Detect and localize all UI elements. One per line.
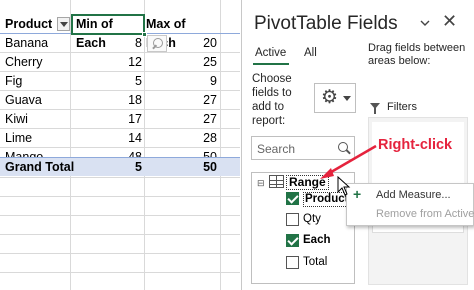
field-label: Each [303, 234, 331, 246]
dropdown-arrow-icon [343, 96, 351, 101]
cell-max[interactable]: 27 [145, 91, 217, 110]
cell-product[interactable]: Cherry [5, 53, 43, 72]
checkbox[interactable] [286, 234, 299, 247]
cell-min[interactable]: 12 [72, 53, 142, 72]
filters-icon [370, 103, 380, 114]
cell-product[interactable]: Fig [5, 72, 22, 91]
cell-product[interactable]: Kiwi [5, 110, 28, 129]
filter-dropdown-icon[interactable] [57, 17, 70, 31]
row-divider [0, 215, 240, 216]
tools-button[interactable]: ⚙ [314, 83, 356, 113]
search-input[interactable]: Search [251, 136, 355, 160]
gear-icon: ⚙ [321, 87, 339, 108]
chevron-down-icon[interactable] [420, 18, 430, 28]
drag-fields-label: Drag fields between areas below: [368, 42, 466, 67]
search-icon [338, 142, 348, 152]
cell-min[interactable]: 8 [72, 34, 142, 53]
choose-fields-label: Choose fields to add to report: [252, 73, 292, 127]
table-row: Banana 8 20 [0, 34, 240, 53]
cell-min[interactable]: 14 [72, 129, 142, 148]
menu-item-label: Add Measure... [376, 189, 451, 201]
cell-product[interactable]: Lime [5, 129, 32, 148]
collapse-icon[interactable]: ⊟ [257, 178, 265, 189]
menu-item-remove-from-active[interactable]: Remove from Active [347, 207, 474, 224]
table-row: Cherry 12 25 [0, 53, 240, 72]
grand-total-max[interactable]: 50 [145, 158, 217, 177]
panel-title: PivotTable Fields [254, 13, 398, 34]
cell-min[interactable]: 5 [72, 72, 142, 91]
row-divider [0, 196, 240, 197]
checkbox[interactable] [286, 213, 299, 226]
row-divider [0, 272, 240, 273]
checkbox[interactable] [286, 256, 299, 269]
close-icon[interactable]: ✕ [442, 11, 457, 32]
header-product[interactable]: Product [5, 15, 52, 34]
spreadsheet: Product Min of Each Max of Each Banana 8… [0, 0, 240, 290]
table-row: Lime 14 28 [0, 129, 240, 148]
cursor-icon [337, 176, 351, 196]
cell-min[interactable]: 18 [72, 91, 142, 110]
grand-total-row: Grand Total 5 50 [0, 157, 240, 176]
table-icon [269, 175, 284, 188]
range-table-label[interactable]: Range [286, 175, 329, 190]
search-placeholder: Search [257, 142, 296, 156]
selected-cell-border [71, 14, 145, 35]
context-menu: + Add Measure... Remove from Active [346, 183, 474, 226]
cell-min[interactable]: 17 [72, 110, 142, 129]
cell-max[interactable]: 28 [145, 129, 217, 148]
field-label: Total [303, 256, 328, 268]
tab-active[interactable]: Active [255, 47, 286, 59]
cell-product[interactable]: Guava [5, 91, 42, 110]
cell-product[interactable]: Banana [5, 34, 48, 53]
table-row: Fig 5 9 [0, 72, 240, 91]
row-divider [0, 253, 240, 254]
plus-icon: + [353, 186, 362, 202]
cell-max[interactable]: 27 [145, 110, 217, 129]
table-row: Kiwi 17 27 [0, 110, 240, 129]
field-label: Qty [303, 213, 321, 225]
table-row: Guava 18 27 [0, 91, 240, 110]
cell-max[interactable]: 25 [145, 53, 217, 72]
quick-analysis-icon[interactable] [147, 35, 167, 52]
menu-item-add-measure[interactable]: + Add Measure... [347, 186, 474, 205]
cell-max[interactable]: 9 [145, 72, 217, 91]
grand-total-min[interactable]: 5 [72, 158, 142, 177]
row-divider [0, 234, 240, 235]
right-click-annotation: Right-click [378, 137, 453, 153]
filters-area-label: Filters [387, 101, 417, 113]
tab-all[interactable]: All [304, 47, 317, 59]
checkbox[interactable] [286, 192, 299, 205]
tab-active-underline [253, 63, 289, 65]
row-divider [0, 177, 240, 178]
menu-item-label: Remove from Active [376, 208, 474, 220]
grand-total-label[interactable]: Grand Total [5, 158, 74, 177]
